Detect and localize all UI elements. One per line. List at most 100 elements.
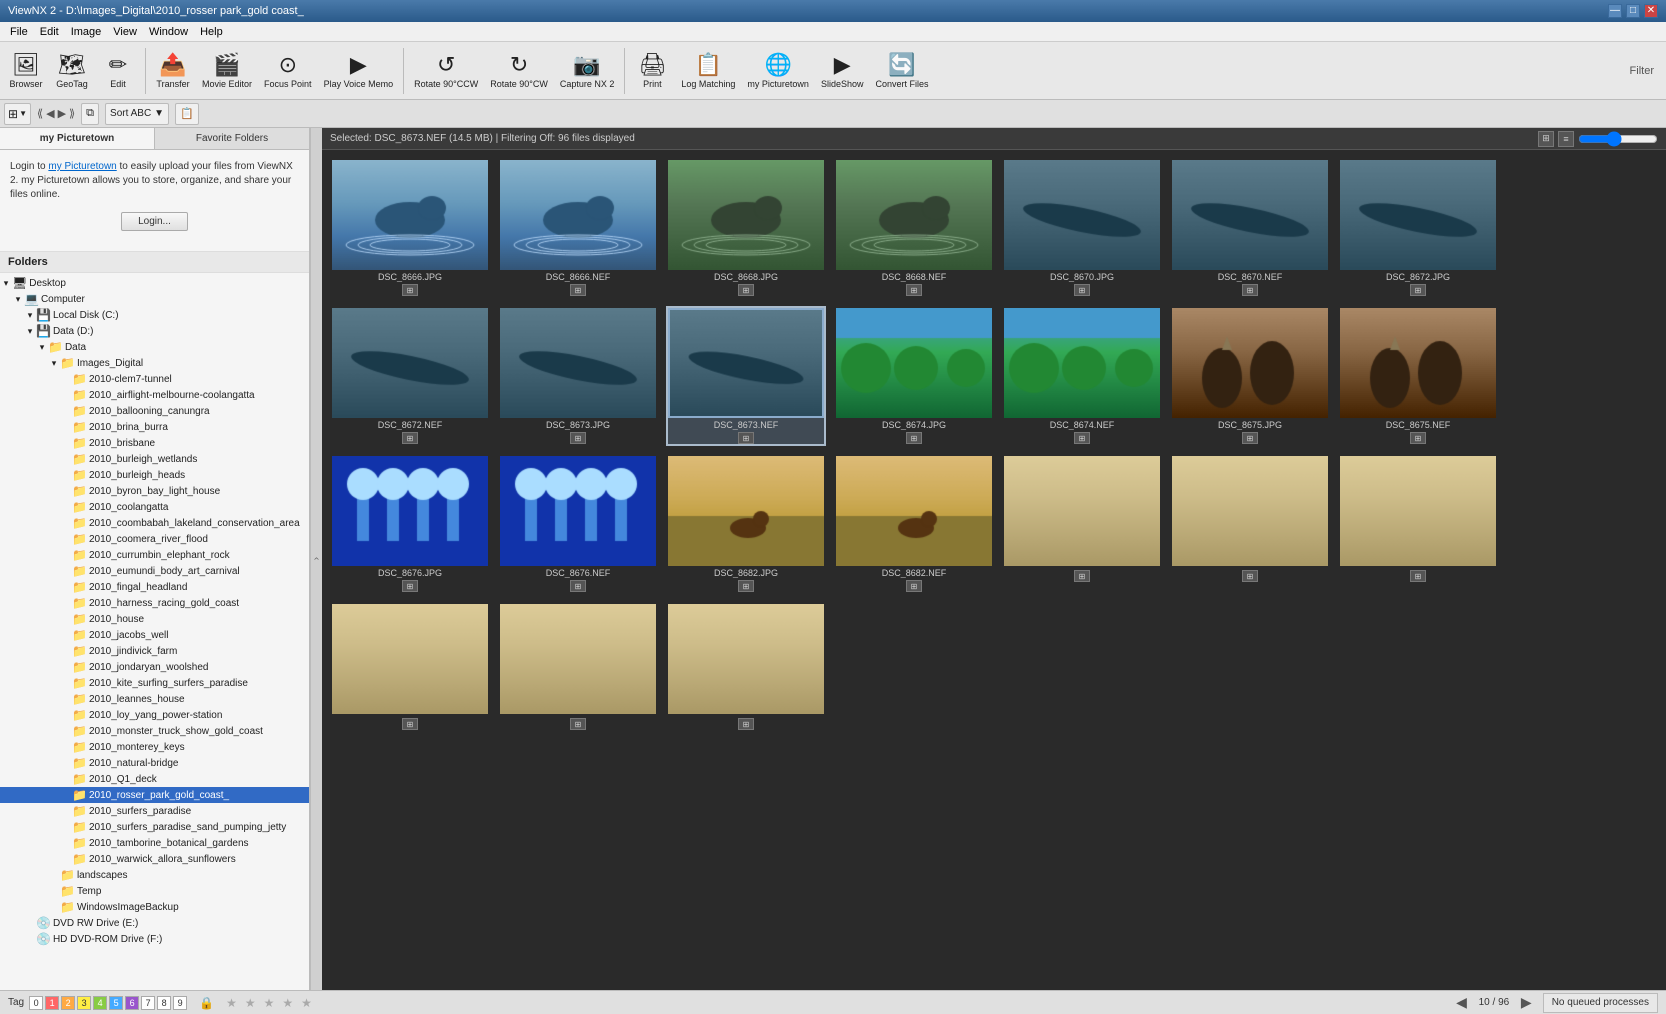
folder-item[interactable]: ▾💾Local Disk (C:) — [0, 307, 309, 323]
slideshow-button[interactable]: ▶ SlideShow — [816, 45, 869, 97]
rotate-ccw-button[interactable]: ↺ Rotate 90°CCW — [409, 45, 483, 97]
tag-num-9[interactable]: 9 — [173, 996, 187, 1010]
play-voice-memo-button[interactable]: ▶ Play Voice Memo — [319, 45, 399, 97]
thumbnail-badge[interactable]: ⊞ — [906, 432, 922, 444]
movie-editor-button[interactable]: 🎬 Movie Editor — [197, 45, 257, 97]
geotag-button[interactable]: 🗺 GeoTag — [50, 45, 94, 97]
rating-star-2[interactable]: ★ — [245, 996, 256, 1010]
thumbnail-badge[interactable]: ⊞ — [906, 580, 922, 592]
thumbnail-item[interactable]: DSC_8674.NEF⊞ — [1002, 306, 1162, 446]
folder-item[interactable]: ▾📁Images_Digital — [0, 355, 309, 371]
thumbnail-item[interactable]: ⊞ — [1170, 454, 1330, 594]
thumbnail-badge[interactable]: ⊞ — [738, 580, 754, 592]
folder-item[interactable]: 📁2010_airflight-melbourne-coolangatta — [0, 387, 309, 403]
folder-item[interactable]: 📁2010_surfers_paradise_sand_pumping_jett… — [0, 819, 309, 835]
folder-item[interactable]: ▾💾Data (D:) — [0, 323, 309, 339]
folder-toggle[interactable]: ▾ — [12, 294, 24, 305]
thumbnail-badge[interactable]: ⊞ — [570, 580, 586, 592]
folder-item[interactable]: 📁2010_jondaryan_woolshed — [0, 659, 309, 675]
folder-item[interactable]: 📁2010_leannes_house — [0, 691, 309, 707]
thumbnail-badge[interactable]: ⊞ — [1074, 432, 1090, 444]
folder-item[interactable]: 📁2010_loy_yang_power-station — [0, 707, 309, 723]
thumbnail-badge[interactable]: ⊞ — [570, 718, 586, 730]
thumbnail-badge[interactable]: ⊞ — [1242, 284, 1258, 296]
folder-item[interactable]: 📁2010_Q1_deck — [0, 771, 309, 787]
zoom-slider[interactable] — [1578, 133, 1658, 145]
thumbnail-badge[interactable]: ⊞ — [1410, 432, 1426, 444]
folder-toggle[interactable]: ▾ — [48, 358, 60, 369]
view-grid-btn[interactable]: ⊞ — [1538, 131, 1554, 147]
folder-item[interactable]: 📁2010_harness_racing_gold_coast — [0, 595, 309, 611]
thumbnail-badge[interactable]: ⊞ — [1242, 570, 1258, 582]
tag-num-2[interactable]: 2 — [61, 996, 75, 1010]
tag-num-5[interactable]: 5 — [109, 996, 123, 1010]
thumbnail-badge[interactable]: ⊞ — [1074, 570, 1090, 582]
focus-point-button[interactable]: ⊙ Focus Point — [259, 45, 317, 97]
folder-item[interactable]: 📁2010_jacobs_well — [0, 627, 309, 643]
folder-item[interactable]: 📁2010_natural-bridge — [0, 755, 309, 771]
nav-prev-page-btn[interactable]: ◀ — [1453, 994, 1470, 1011]
folder-item[interactable]: ▾📁Data — [0, 339, 309, 355]
thumbnail-item[interactable]: DSC_8673.JPG⊞ — [498, 306, 658, 446]
folder-item[interactable]: 📁2010_warwick_allora_sunflowers — [0, 851, 309, 867]
thumbnail-badge[interactable]: ⊞ — [402, 432, 418, 444]
rating-star-5[interactable]: ★ — [301, 996, 312, 1010]
menu-window[interactable]: Window — [143, 22, 194, 42]
tag-num-7[interactable]: 7 — [141, 996, 155, 1010]
thumbnail-badge[interactable]: ⊞ — [1410, 570, 1426, 582]
tag-num-0[interactable]: 0 — [29, 996, 43, 1010]
menu-edit[interactable]: Edit — [34, 22, 65, 42]
thumbnail-badge[interactable]: ⊞ — [1410, 284, 1426, 296]
thumbnail-item[interactable]: DSC_8675.NEF⊞ — [1338, 306, 1498, 446]
folder-item[interactable]: 💿HD DVD-ROM Drive (F:) — [0, 931, 309, 947]
thumbnail-item[interactable]: DSC_8668.JPG⊞ — [666, 158, 826, 298]
transfer-button[interactable]: 📤 Transfer — [151, 45, 195, 97]
tag-num-6[interactable]: 6 — [125, 996, 139, 1010]
menu-help[interactable]: Help — [194, 22, 229, 42]
folder-item[interactable]: 📁2010_monterey_keys — [0, 739, 309, 755]
thumbnail-badge[interactable]: ⊞ — [402, 580, 418, 592]
nav-next-page-btn[interactable]: ▶ — [1518, 994, 1535, 1011]
tab-my-picturetown[interactable]: my Picturetown — [0, 128, 155, 149]
folder-item[interactable]: 📁2010-clem7-tunnel — [0, 371, 309, 387]
rating-star-1[interactable]: ★ — [226, 996, 237, 1010]
folder-item[interactable]: 📁2010_ballooning_canungra — [0, 403, 309, 419]
thumbnail-item[interactable]: ⊞ — [666, 602, 826, 732]
rating-star-4[interactable]: ★ — [282, 996, 293, 1010]
tag-num-3[interactable]: 3 — [77, 996, 91, 1010]
folder-item[interactable]: 📁2010_rosser_park_gold_coast_ — [0, 787, 309, 803]
folder-item[interactable]: 📁2010_byron_bay_light_house — [0, 483, 309, 499]
thumbnail-item[interactable]: DSC_8673.NEF⊞ — [666, 306, 826, 446]
thumbnail-item[interactable]: DSC_8668.NEF⊞ — [834, 158, 994, 298]
thumbnail-badge[interactable]: ⊞ — [402, 284, 418, 296]
thumbnail-badge[interactable]: ⊞ — [570, 432, 586, 444]
rating-star-3[interactable]: ★ — [264, 996, 275, 1010]
folder-item[interactable]: 📁2010_monster_truck_show_gold_coast — [0, 723, 309, 739]
folder-item[interactable]: 💿DVD RW Drive (E:) — [0, 915, 309, 931]
thumbnail-item[interactable]: DSC_8670.NEF⊞ — [1170, 158, 1330, 298]
thumbnail-badge[interactable]: ⊞ — [570, 284, 586, 296]
close-btn[interactable]: ✕ — [1644, 4, 1658, 18]
view-mode-btn[interactable]: ⊞ ▼ — [4, 103, 31, 125]
window-controls[interactable]: — □ ✕ — [1608, 4, 1658, 18]
thumbnail-item[interactable]: DSC_8666.JPG⊞ — [330, 158, 490, 298]
folder-toggle[interactable]: ▾ — [0, 278, 12, 289]
print-button[interactable]: 🖨 Print — [630, 45, 674, 97]
folder-item[interactable]: 📁2010_fingal_headland — [0, 579, 309, 595]
thumbnail-item[interactable]: ⊞ — [330, 602, 490, 732]
nav-first-btn[interactable]: ⟪ — [37, 107, 43, 120]
folder-item[interactable]: 📁2010_coomera_river_flood — [0, 531, 309, 547]
thumbnail-item[interactable]: DSC_8670.JPG⊞ — [1002, 158, 1162, 298]
thumbnail-item[interactable]: ⊞ — [498, 602, 658, 732]
thumbnail-item[interactable]: ⊞ — [1002, 454, 1162, 594]
thumbnail-item[interactable]: DSC_8674.JPG⊞ — [834, 306, 994, 446]
thumbnail-badge[interactable]: ⊞ — [738, 718, 754, 730]
edit-button[interactable]: ✏ Edit — [96, 45, 140, 97]
minimize-btn[interactable]: — — [1608, 4, 1622, 18]
my-picturetown-button[interactable]: 🌐 my Picturetown — [742, 45, 814, 97]
thumbnail-item[interactable]: DSC_8682.JPG⊞ — [666, 454, 826, 594]
folder-item[interactable]: 📁2010_surfers_paradise — [0, 803, 309, 819]
sort-btn[interactable]: Sort ABC ▼ — [105, 103, 169, 125]
thumbnail-item[interactable]: DSC_8672.JPG⊞ — [1338, 158, 1498, 298]
tab-favorite-folders[interactable]: Favorite Folders — [155, 128, 309, 149]
